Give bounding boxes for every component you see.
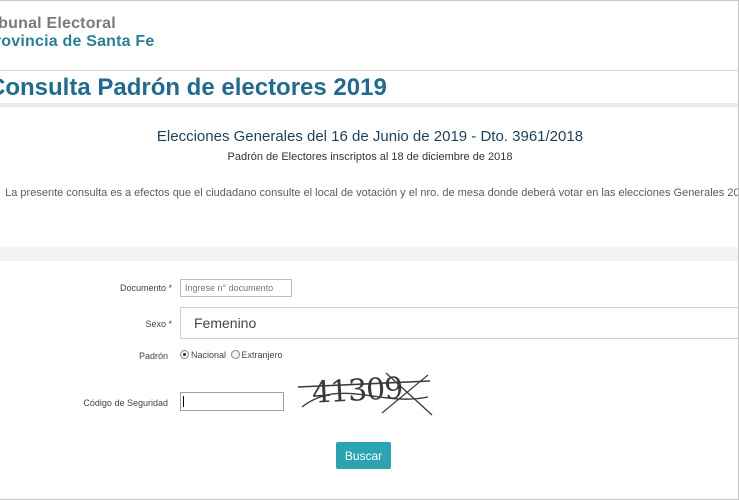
documento-label: Documento * <box>119 283 172 293</box>
elections-title: Elecciones Generales del 16 de Junio de … <box>156 128 584 145</box>
padron-nacional-radio[interactable] <box>180 350 189 360</box>
captcha-input[interactable] <box>180 392 284 411</box>
padron-label: Padrón <box>138 351 168 361</box>
captcha-text: 41309 <box>311 371 403 411</box>
org-name-line2: Provincia de Santa Fe <box>0 33 155 50</box>
title-bar: Consulta Padrón de electores 2019 <box>0 70 738 107</box>
org-name-line1: Tribunal Electoral <box>0 15 116 32</box>
page-title: Consulta Padrón de electores 2019 <box>0 74 387 101</box>
page-frame: Tribunal Electoral Provincia de Santa Fe… <box>0 0 739 500</box>
sexo-label: Sexo * <box>145 319 172 329</box>
search-form: Documento * Sexo * Femenino Padrón Nacio… <box>0 261 738 499</box>
info-panel: Elecciones Generales del 16 de Junio de … <box>0 107 739 247</box>
codigo-label: Código de Seguridad <box>83 398 168 408</box>
sexo-selected-value: Femenino <box>194 315 257 331</box>
section-gap <box>0 247 738 261</box>
elections-subtitle: Padrón de Electores inscriptos al 18 de … <box>227 151 513 163</box>
documento-input[interactable] <box>180 279 292 297</box>
captcha-image: 41309 <box>297 371 433 416</box>
padron-extranjero-label: Extranjero <box>241 349 283 360</box>
padron-extranjero-radio[interactable] <box>230 350 240 360</box>
sexo-select[interactable]: Femenino <box>180 307 738 339</box>
buscar-button[interactable]: Buscar <box>336 442 391 469</box>
padron-nacional-label: Nacional <box>191 349 227 360</box>
padron-radio-group: Nacional Extranjero <box>180 349 285 360</box>
elections-note: La presente consulta es a efectos que el… <box>5 187 739 199</box>
